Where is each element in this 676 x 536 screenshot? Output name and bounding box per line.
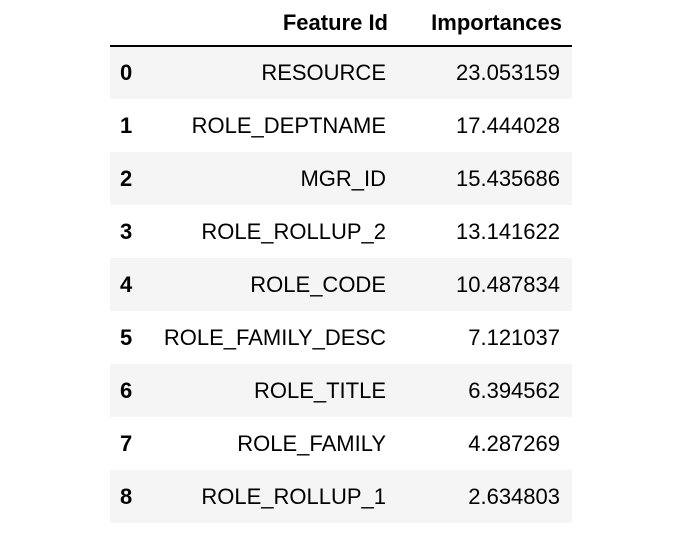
column-header-importances: Importances <box>398 0 572 47</box>
feature-id-cell: ROLE_FAMILY_DESC <box>163 324 386 350</box>
importance-cell: 7.121037 <box>468 324 560 350</box>
row-index: 2 <box>120 165 133 191</box>
row-index: 6 <box>120 377 133 403</box>
header-row: Feature Id Importances <box>110 0 572 47</box>
table-row: 0 RESOURCE 23.053159 <box>110 46 572 99</box>
row-index: 0 <box>120 60 133 85</box>
column-header-feature-id: Feature Id <box>155 0 398 47</box>
table-row: 1 ROLE_DEPTNAME 17.444028 <box>110 99 572 152</box>
row-index: 4 <box>120 271 133 297</box>
table-row: 2 MGR_ID 15.435686 <box>110 152 572 205</box>
feature-id-cell: ROLE_DEPTNAME <box>191 112 386 138</box>
feature-id-cell: RESOURCE <box>261 60 386 85</box>
table-header: Feature Id Importances <box>110 0 572 47</box>
dataframe-output: Feature Id Importances 0 RESOURCE 23.053… <box>110 0 572 523</box>
table-body: 0 RESOURCE 23.053159 1 ROLE_DEPTNAME 17.… <box>110 46 572 523</box>
row-index: 8 <box>120 483 133 509</box>
table-row: 3 ROLE_ROLLUP_2 13.141622 <box>110 205 572 258</box>
row-index: 1 <box>120 112 133 138</box>
importance-cell: 6.394562 <box>468 377 560 403</box>
feature-importance-table: Feature Id Importances 0 RESOURCE 23.053… <box>110 0 572 523</box>
importance-cell: 17.444028 <box>456 112 560 138</box>
table-row: 6 ROLE_TITLE 6.394562 <box>110 364 572 417</box>
feature-id-cell: ROLE_FAMILY <box>237 430 386 456</box>
feature-id-cell: ROLE_ROLLUP_1 <box>201 483 386 509</box>
row-index: 5 <box>120 324 133 350</box>
table-row: 5 ROLE_FAMILY_DESC 7.121037 <box>110 311 572 364</box>
importance-cell: 10.487834 <box>456 271 560 297</box>
feature-id-cell: ROLE_TITLE <box>253 377 386 403</box>
importance-cell: 23.053159 <box>456 60 560 85</box>
feature-id-cell: ROLE_CODE <box>250 271 386 297</box>
importance-cell: 4.287269 <box>468 430 560 456</box>
table-row: 7 ROLE_FAMILY 4.287269 <box>110 417 572 470</box>
index-header <box>110 0 155 47</box>
feature-id-cell: ROLE_ROLLUP_2 <box>201 218 386 244</box>
importance-cell: 2.634803 <box>468 483 560 509</box>
table-row: 4 ROLE_CODE 10.487834 <box>110 258 572 311</box>
row-index: 3 <box>120 218 133 244</box>
importance-cell: 15.435686 <box>456 165 560 191</box>
row-index: 7 <box>120 430 133 456</box>
table-row: 8 ROLE_ROLLUP_1 2.634803 <box>110 470 572 523</box>
importance-cell: 13.141622 <box>456 218 560 244</box>
feature-id-cell: MGR_ID <box>300 165 386 191</box>
